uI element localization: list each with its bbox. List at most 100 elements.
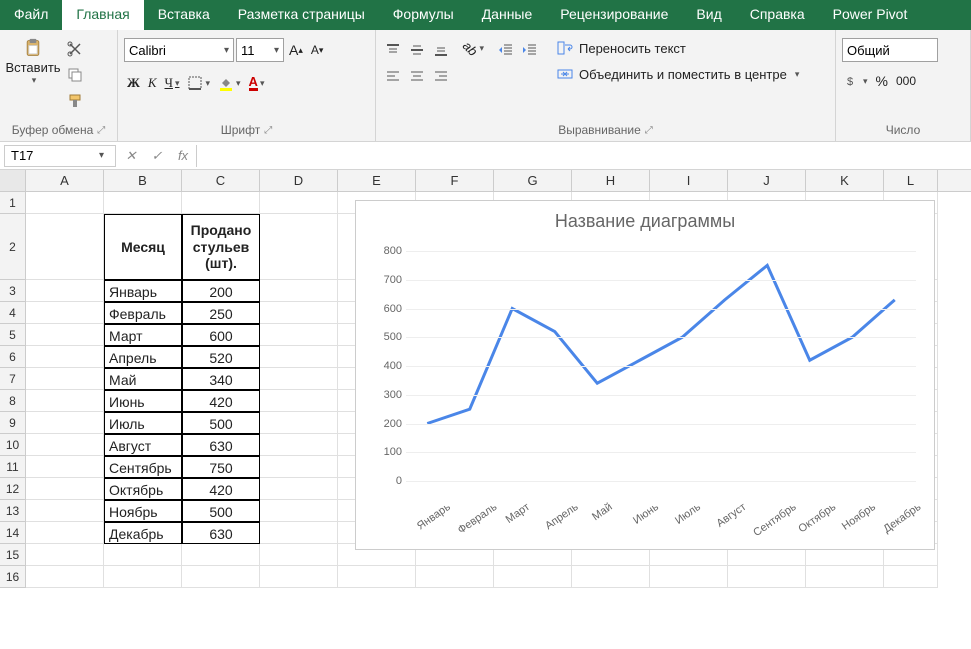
cell-A7[interactable] — [26, 368, 104, 390]
cell-A16[interactable] — [26, 566, 104, 588]
cell-D3[interactable] — [260, 280, 338, 302]
chart-title[interactable]: Название диаграммы — [356, 211, 934, 232]
cell-A5[interactable] — [26, 324, 104, 346]
comma-format-button[interactable]: 000 — [893, 70, 919, 92]
font-family-input[interactable] — [125, 43, 220, 58]
cell-C8[interactable]: 420 — [182, 390, 260, 412]
tab-вставка[interactable]: Вставка — [144, 0, 224, 30]
row-header-14[interactable]: 14 — [0, 522, 26, 544]
cell-L16[interactable] — [884, 566, 938, 588]
cell-A1[interactable] — [26, 192, 104, 214]
font-size-input[interactable] — [237, 43, 270, 58]
merge-center-button[interactable]: Объединить и поместить в центре ▾ — [553, 64, 803, 84]
wrap-text-button[interactable]: Переносить текст — [553, 38, 803, 58]
chevron-down-icon[interactable]: ▾ — [95, 150, 108, 161]
column-header-J[interactable]: J — [728, 170, 806, 191]
column-header-D[interactable]: D — [260, 170, 338, 191]
cell-B7[interactable]: Май — [104, 368, 182, 390]
decrease-font-button[interactable]: A▾ — [308, 40, 327, 60]
cell-A11[interactable] — [26, 456, 104, 478]
cell-D2[interactable] — [260, 214, 338, 280]
cut-button[interactable] — [64, 38, 86, 60]
column-header-K[interactable]: K — [806, 170, 884, 191]
row-header-7[interactable]: 7 — [0, 368, 26, 390]
row-header-5[interactable]: 5 — [0, 324, 26, 346]
tab-разметка-страницы[interactable]: Разметка страницы — [224, 0, 379, 30]
cell-A12[interactable] — [26, 478, 104, 500]
row-header-8[interactable]: 8 — [0, 390, 26, 412]
fill-color-button[interactable]: ▾ — [215, 72, 244, 94]
clipboard-launcher[interactable]: ⤢ — [97, 125, 105, 136]
cell-E16[interactable] — [338, 566, 416, 588]
name-box-input[interactable] — [5, 148, 95, 163]
number-format-input[interactable] — [843, 43, 937, 58]
cell-C3[interactable]: 200 — [182, 280, 260, 302]
cell-D4[interactable] — [260, 302, 338, 324]
cell-G16[interactable] — [494, 566, 572, 588]
cell-C5[interactable]: 600 — [182, 324, 260, 346]
tab-данные[interactable]: Данные — [468, 0, 547, 30]
cell-B14[interactable]: Декабрь — [104, 522, 182, 544]
cell-A9[interactable] — [26, 412, 104, 434]
cell-B9[interactable]: Июль — [104, 412, 182, 434]
enter-formula-button[interactable]: ✓ — [144, 148, 170, 164]
row-header-11[interactable]: 11 — [0, 456, 26, 478]
format-painter-button[interactable] — [64, 90, 86, 112]
tab-справка[interactable]: Справка — [736, 0, 819, 30]
alignment-launcher[interactable]: ⤢ — [645, 125, 653, 136]
tab-power-pivot[interactable]: Power Pivot — [819, 0, 922, 30]
cell-F16[interactable] — [416, 566, 494, 588]
cell-C16[interactable] — [182, 566, 260, 588]
orientation-button[interactable]: ab▾ — [460, 38, 487, 59]
align-center-button[interactable] — [406, 64, 428, 88]
font-size-combo[interactable]: ▾ — [236, 38, 284, 62]
font-color-button[interactable]: А▾ — [246, 73, 268, 94]
cell-A4[interactable] — [26, 302, 104, 324]
row-header-15[interactable]: 15 — [0, 544, 26, 566]
cell-D6[interactable] — [260, 346, 338, 368]
increase-font-button[interactable]: A▴ — [286, 39, 306, 61]
name-box[interactable]: ▾ — [4, 145, 116, 167]
accounting-format-button[interactable]: $▾ — [842, 70, 871, 92]
tab-вид[interactable]: Вид — [682, 0, 735, 30]
tab-формулы[interactable]: Формулы — [379, 0, 468, 30]
chevron-down-icon[interactable]: ▾ — [270, 45, 283, 56]
cell-C14[interactable]: 630 — [182, 522, 260, 544]
increase-indent-button[interactable] — [519, 38, 541, 62]
cell-B2[interactable]: Месяц — [104, 214, 182, 280]
border-button[interactable]: ▾ — [184, 72, 213, 94]
cell-C4[interactable]: 250 — [182, 302, 260, 324]
align-middle-button[interactable] — [406, 38, 428, 62]
decrease-indent-button[interactable] — [495, 38, 517, 62]
row-header-10[interactable]: 10 — [0, 434, 26, 456]
underline-button[interactable]: Ч▾ — [162, 72, 183, 94]
cell-A6[interactable] — [26, 346, 104, 368]
row-header-13[interactable]: 13 — [0, 500, 26, 522]
cell-C1[interactable] — [182, 192, 260, 214]
cell-H16[interactable] — [572, 566, 650, 588]
cell-D9[interactable] — [260, 412, 338, 434]
row-header-6[interactable]: 6 — [0, 346, 26, 368]
tab-файл[interactable]: Файл — [0, 0, 62, 30]
chevron-down-icon[interactable]: ▾ — [220, 45, 233, 56]
cell-B10[interactable]: Август — [104, 434, 182, 456]
cell-B12[interactable]: Октябрь — [104, 478, 182, 500]
row-header-4[interactable]: 4 — [0, 302, 26, 324]
cell-B3[interactable]: Январь — [104, 280, 182, 302]
cell-C6[interactable]: 520 — [182, 346, 260, 368]
cell-D8[interactable] — [260, 390, 338, 412]
paste-button[interactable]: Вставить ▾ — [6, 32, 60, 86]
column-header-C[interactable]: C — [182, 170, 260, 191]
cell-D16[interactable] — [260, 566, 338, 588]
column-header-I[interactable]: I — [650, 170, 728, 191]
number-format-combo[interactable] — [842, 38, 938, 62]
cell-A3[interactable] — [26, 280, 104, 302]
column-header-G[interactable]: G — [494, 170, 572, 191]
cell-D11[interactable] — [260, 456, 338, 478]
column-header-F[interactable]: F — [416, 170, 494, 191]
copy-button[interactable] — [64, 64, 86, 86]
column-header-A[interactable]: A — [26, 170, 104, 191]
formula-input[interactable] — [196, 145, 971, 167]
cell-A8[interactable] — [26, 390, 104, 412]
cell-C7[interactable]: 340 — [182, 368, 260, 390]
